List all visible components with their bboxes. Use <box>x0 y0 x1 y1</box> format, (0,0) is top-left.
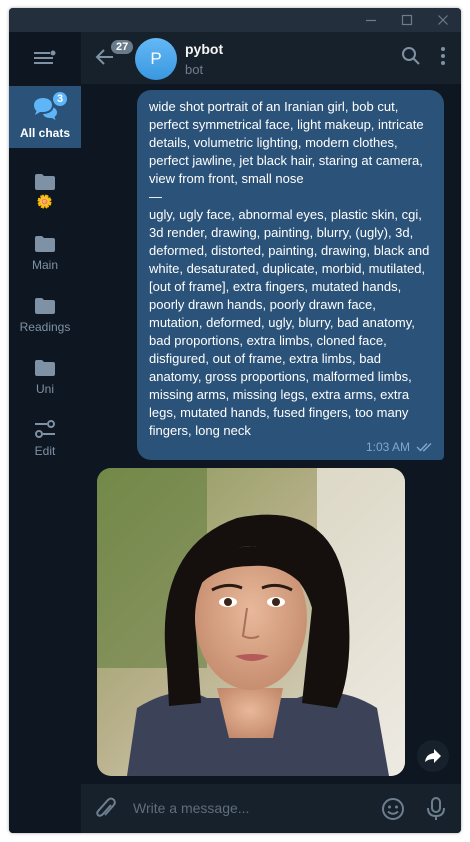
emoji-smile-icon <box>382 798 404 820</box>
attach-button[interactable] <box>95 797 117 826</box>
chat-status: bot <box>185 62 204 77</box>
unread-badge: 3 <box>51 90 69 108</box>
message-time: 1:03 AM <box>365 440 410 454</box>
close-icon[interactable] <box>425 8 461 32</box>
title-bar <box>9 8 461 32</box>
settings-sliders-icon <box>35 420 55 438</box>
message-text: wide shot portrait of an Iranian girl, b… <box>149 99 430 438</box>
microphone-icon <box>427 797 445 820</box>
message-input[interactable]: Write a message... <box>133 800 249 816</box>
search-button[interactable] <box>401 46 421 71</box>
folder-label: Main <box>31 258 58 272</box>
message-composer: Write a message... <box>81 785 461 833</box>
folder-uni[interactable]: Uni <box>9 342 81 404</box>
maximize-icon[interactable] <box>389 8 425 32</box>
outgoing-message[interactable]: wide shot portrait of an Iranian girl, b… <box>137 90 444 460</box>
voice-message-button[interactable] <box>427 797 445 826</box>
main-menu-button[interactable] <box>9 32 81 84</box>
folder-flower[interactable]: 🌼 <box>9 156 81 218</box>
portrait-photo <box>97 468 405 776</box>
folder-label: All chats <box>19 126 70 140</box>
search-icon <box>402 47 420 65</box>
folder-icon <box>35 298 55 314</box>
folder-label: Uni <box>35 382 54 396</box>
hamburger-menu-icon <box>34 50 56 64</box>
double-check-icon <box>416 443 432 452</box>
message-photo[interactable] <box>97 468 405 776</box>
folder-icon <box>35 236 55 252</box>
more-vertical-icon <box>441 47 445 65</box>
folder-main[interactable]: Main <box>9 218 81 280</box>
paperclip-icon <box>96 797 116 817</box>
folder-edit[interactable]: Edit <box>9 404 81 466</box>
forward-button[interactable] <box>417 740 449 772</box>
message-list[interactable]: wide shot portrait of an Iranian girl, b… <box>81 84 461 784</box>
unread-count-badge: 27 <box>109 38 136 56</box>
avatar[interactable]: P <box>135 38 177 80</box>
chat-title[interactable]: pybot <box>185 41 223 57</box>
folder-label: Edit <box>34 444 56 458</box>
folder-icon <box>35 174 55 190</box>
folder-label: 🌼 <box>36 194 54 209</box>
folder-all-chats[interactable]: 3 All chats <box>9 86 81 148</box>
folders-sidebar: 3 All chats 🌼 Main Readings Uni Edit <box>9 32 81 833</box>
minimize-icon[interactable] <box>353 8 389 32</box>
forward-icon <box>425 749 441 763</box>
more-options-button[interactable] <box>439 46 447 71</box>
folder-icon <box>35 360 55 376</box>
folder-readings[interactable]: Readings <box>9 280 81 342</box>
chat-header: 27 P pybot bot <box>81 32 461 84</box>
folder-label: Readings <box>19 320 71 334</box>
emoji-button[interactable] <box>381 797 405 826</box>
telegram-window: 3 All chats 🌼 Main Readings Uni Edit 27 … <box>9 8 461 833</box>
